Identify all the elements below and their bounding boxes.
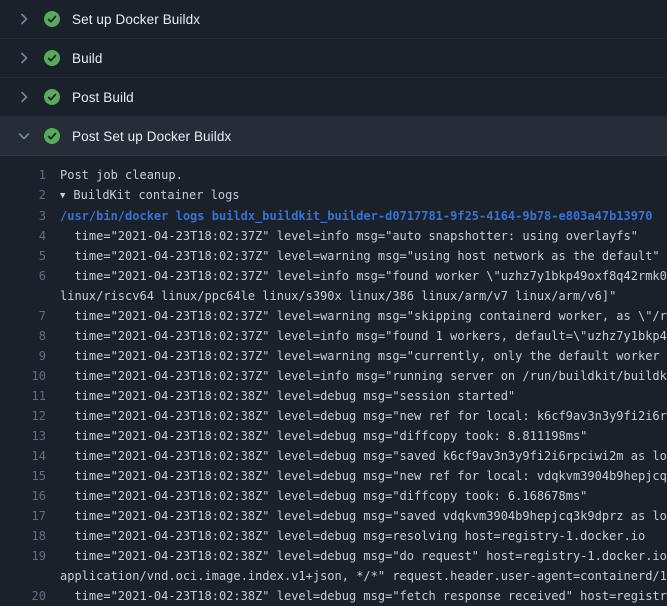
log-text: time="2021-04-23T18:02:37Z" level=info m… — [46, 326, 667, 346]
log-line: application/vnd.oci.image.index.v1+json,… — [0, 566, 667, 586]
log-text: time="2021-04-23T18:02:38Z" level=debug … — [46, 406, 667, 426]
log-line: 20 time="2021-04-23T18:02:38Z" level=deb… — [0, 586, 667, 606]
line-number[interactable]: 15 — [0, 466, 46, 486]
step-label: Post Set up Docker Buildx — [72, 129, 231, 144]
log-group-line[interactable]: ▼ BuildKit container logs — [46, 185, 667, 206]
log-text: time="2021-04-23T18:02:38Z" level=debug … — [46, 426, 667, 446]
step-row-build[interactable]: Build — [0, 39, 667, 78]
step-label: Build — [72, 51, 103, 66]
line-number — [0, 566, 46, 586]
line-number[interactable]: 12 — [0, 406, 46, 426]
line-number[interactable]: 19 — [0, 546, 46, 566]
line-number[interactable]: 2 — [0, 185, 46, 206]
log-text: linux/riscv64 linux/ppc64le linux/s390x … — [46, 286, 667, 306]
log-group-toggle-icon[interactable]: ▼ — [60, 186, 65, 206]
log-text: time="2021-04-23T18:02:37Z" level=warnin… — [46, 346, 667, 366]
step-label: Post Build — [72, 90, 134, 105]
chevron-right-icon — [16, 50, 32, 66]
log-line: 13 time="2021-04-23T18:02:38Z" level=deb… — [0, 426, 667, 446]
log-line: 6 time="2021-04-23T18:02:37Z" level=info… — [0, 266, 667, 286]
check-circle-icon — [44, 89, 60, 105]
log-line: 1Post job cleanup. — [0, 165, 667, 185]
log-line: 11 time="2021-04-23T18:02:38Z" level=deb… — [0, 386, 667, 406]
line-number[interactable]: 11 — [0, 386, 46, 406]
step-list: Set up Docker Buildx Build Post Build Post … — [0, 0, 667, 156]
log-line: 14 time="2021-04-23T18:02:38Z" level=deb… — [0, 446, 667, 466]
line-number[interactable]: 18 — [0, 526, 46, 546]
log-text: time="2021-04-23T18:02:38Z" level=debug … — [46, 526, 667, 546]
check-circle-icon — [44, 11, 60, 27]
log-line: 15 time="2021-04-23T18:02:38Z" level=deb… — [0, 466, 667, 486]
log-line: 4 time="2021-04-23T18:02:37Z" level=info… — [0, 226, 667, 246]
log-text: time="2021-04-23T18:02:38Z" level=debug … — [46, 506, 667, 526]
line-number[interactable]: 7 — [0, 306, 46, 326]
log-text: Post job cleanup. — [46, 165, 667, 185]
step-row-set-up-docker-buildx[interactable]: Set up Docker Buildx — [0, 0, 667, 39]
log-text: time="2021-04-23T18:02:38Z" level=debug … — [46, 386, 667, 406]
line-number[interactable]: 17 — [0, 506, 46, 526]
log-line: 5 time="2021-04-23T18:02:37Z" level=warn… — [0, 246, 667, 266]
line-number[interactable]: 20 — [0, 586, 46, 606]
log-line: 9 time="2021-04-23T18:02:37Z" level=warn… — [0, 346, 667, 366]
line-number[interactable]: 3 — [0, 206, 46, 226]
line-number[interactable]: 14 — [0, 446, 46, 466]
log-text: time="2021-04-23T18:02:37Z" level=warnin… — [46, 246, 667, 266]
line-number[interactable]: 13 — [0, 426, 46, 446]
log-line: linux/riscv64 linux/ppc64le linux/s390x … — [0, 286, 667, 306]
log-text: time="2021-04-23T18:02:37Z" level=info m… — [46, 226, 667, 246]
line-number[interactable]: 1 — [0, 165, 46, 185]
log-text: time="2021-04-23T18:02:38Z" level=debug … — [46, 466, 667, 486]
check-circle-icon — [44, 50, 60, 66]
log-command-text: /usr/bin/docker logs buildx_buildkit_bui… — [46, 206, 667, 226]
line-number[interactable]: 4 — [0, 226, 46, 246]
log-line: 19 time="2021-04-23T18:02:38Z" level=deb… — [0, 546, 667, 566]
log-text: time="2021-04-23T18:02:38Z" level=debug … — [46, 586, 667, 606]
line-number[interactable]: 6 — [0, 266, 46, 286]
line-number[interactable]: 9 — [0, 346, 46, 366]
chevron-down-icon — [16, 128, 32, 144]
log-text: time="2021-04-23T18:02:37Z" level=info m… — [46, 266, 667, 286]
log-line: 18 time="2021-04-23T18:02:38Z" level=deb… — [0, 526, 667, 546]
check-circle-icon — [44, 128, 60, 144]
step-label: Set up Docker Buildx — [72, 12, 200, 27]
log-text: time="2021-04-23T18:02:37Z" level=warnin… — [46, 306, 667, 326]
log-line: 3/usr/bin/docker logs buildx_buildkit_bu… — [0, 206, 667, 226]
log-group-label[interactable]: BuildKit container logs — [73, 188, 239, 202]
log-line: 2 ▼ BuildKit container logs — [0, 185, 667, 206]
log-text: time="2021-04-23T18:02:38Z" level=debug … — [46, 486, 667, 506]
line-number[interactable]: 5 — [0, 246, 46, 266]
step-row-post-build[interactable]: Post Build — [0, 78, 667, 117]
log-line: 8 time="2021-04-23T18:02:37Z" level=info… — [0, 326, 667, 346]
log-line: 12 time="2021-04-23T18:02:38Z" level=deb… — [0, 406, 667, 426]
log-lines: 1Post job cleanup.2 ▼ BuildKit container l… — [0, 156, 667, 606]
log-text: application/vnd.oci.image.index.v1+json,… — [46, 566, 667, 586]
log-line: 17 time="2021-04-23T18:02:38Z" level=deb… — [0, 506, 667, 526]
log-line: 10 time="2021-04-23T18:02:37Z" level=inf… — [0, 366, 667, 386]
step-row-post-set-up-docker-buildx[interactable]: Post Set up Docker Buildx — [0, 117, 667, 156]
line-number — [0, 286, 46, 306]
log-text: time="2021-04-23T18:02:38Z" level=debug … — [46, 546, 667, 566]
line-number[interactable]: 16 — [0, 486, 46, 506]
log-line: 16 time="2021-04-23T18:02:38Z" level=deb… — [0, 486, 667, 506]
chevron-right-icon — [16, 11, 32, 27]
log-line: 7 time="2021-04-23T18:02:37Z" level=warn… — [0, 306, 667, 326]
log-text: time="2021-04-23T18:02:37Z" level=info m… — [46, 366, 667, 386]
line-number[interactable]: 10 — [0, 366, 46, 386]
chevron-right-icon — [16, 89, 32, 105]
line-number[interactable]: 8 — [0, 326, 46, 346]
log-text: time="2021-04-23T18:02:38Z" level=debug … — [46, 446, 667, 466]
